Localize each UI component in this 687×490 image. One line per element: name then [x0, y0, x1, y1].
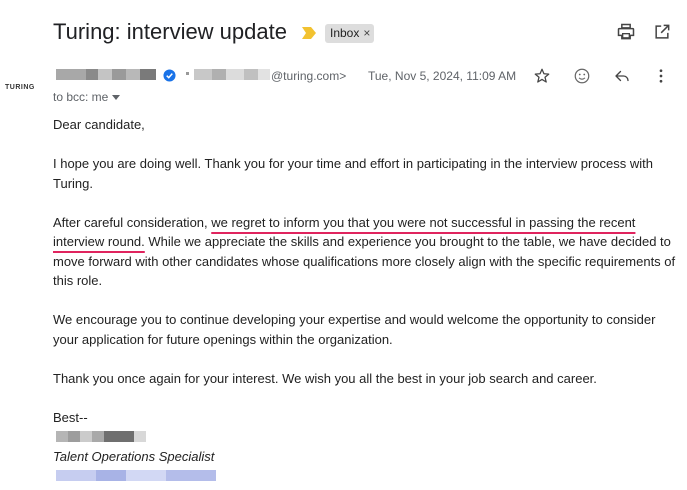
sender-email-domain: @turing.com>: [271, 69, 347, 83]
inbox-label-text: Inbox: [330, 26, 360, 40]
body-paragraph-3: We encourage you to continue developing …: [53, 312, 656, 347]
importance-marker-icon[interactable]: [302, 27, 316, 39]
inbox-label-chip[interactable]: Inbox ×: [325, 24, 375, 43]
signoff: Best--: [53, 409, 88, 425]
email-date: Tue, Nov 5, 2024, 11:09 AM: [368, 69, 517, 83]
verified-icon: [163, 69, 176, 82]
recipients-line: to bcc: me: [53, 90, 121, 104]
star-icon[interactable]: [533, 67, 551, 85]
p2-intro: After careful consideration,: [53, 214, 212, 230]
signature-name-redacted: [53, 427, 678, 447]
body-paragraph-1: I hope you are doing well. Thank you for…: [53, 156, 654, 191]
emoji-icon[interactable]: [573, 67, 591, 85]
recipients-text: to bcc: me: [53, 90, 109, 104]
sender-logo: TURING: [5, 84, 35, 91]
body-paragraph-4: Thank you once again for your interest. …: [53, 370, 597, 386]
greeting: Dear candidate,: [53, 117, 145, 132]
more-vert-icon[interactable]: [652, 67, 670, 85]
p2-rest: While we appreciate the skills and exper…: [53, 234, 676, 288]
signature-link-redacted: [53, 466, 678, 486]
reply-icon[interactable]: [613, 67, 631, 85]
print-icon[interactable]: [616, 22, 636, 42]
email-body: Dear candidate, I hope you are doing wel…: [53, 115, 678, 486]
remove-label-button[interactable]: ×: [363, 24, 370, 43]
signature-title: Talent Operations Specialist: [53, 448, 215, 464]
email-subject: Turing: interview update: [53, 19, 287, 44]
open-in-new-window-icon[interactable]: [652, 22, 672, 42]
body-paragraph-2: After careful consideration, we regret t…: [53, 213, 678, 291]
caret-down-icon[interactable]: [112, 94, 121, 100]
